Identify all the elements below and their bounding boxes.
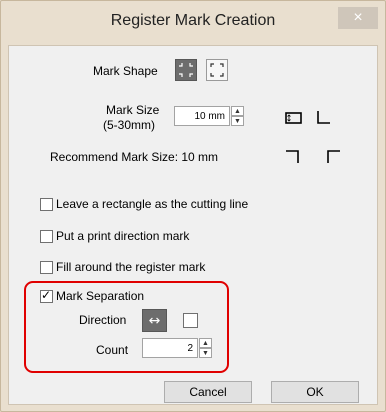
window-frame <box>0 0 386 412</box>
dialog-window: Register Mark Creation × Mark Shape Mark… <box>0 0 386 412</box>
